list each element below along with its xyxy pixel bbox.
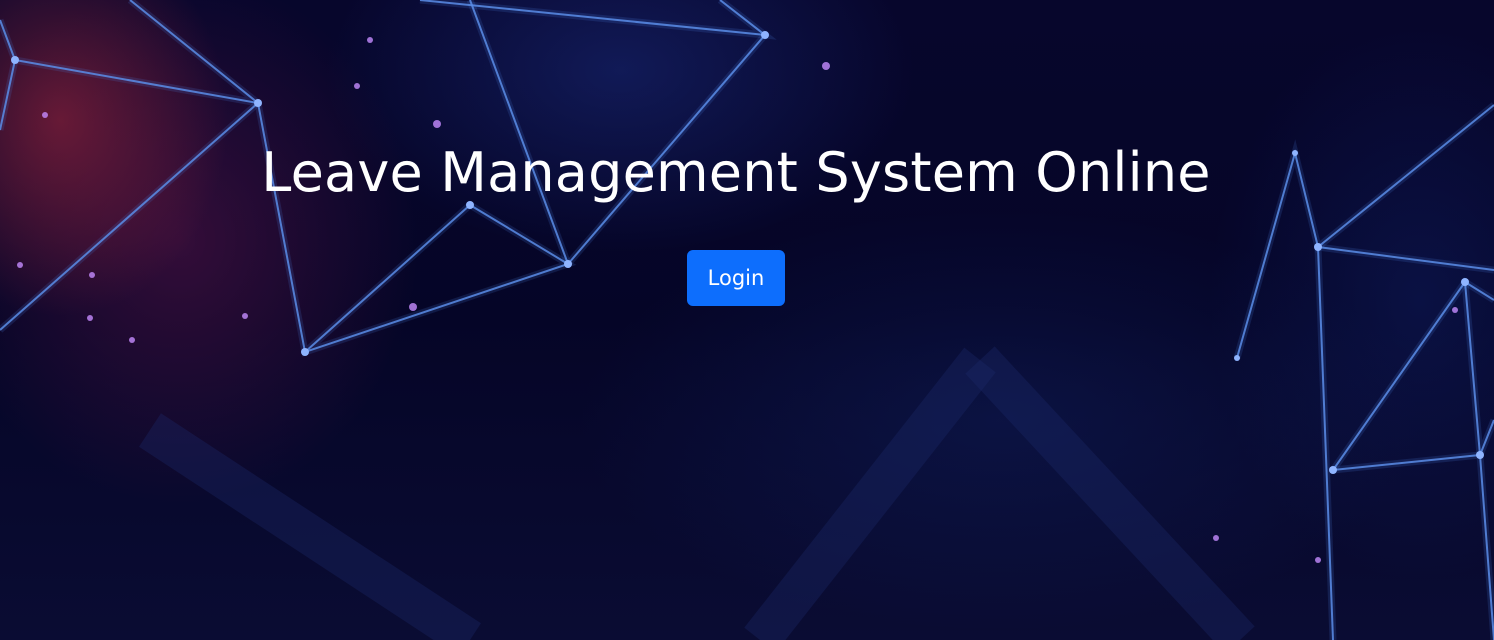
hero-section: Leave Management System Online Login [0,0,1494,640]
network-mesh-background [0,0,1494,640]
login-button[interactable]: Login [687,250,785,306]
page-title: Leave Management System Online [261,141,1211,204]
